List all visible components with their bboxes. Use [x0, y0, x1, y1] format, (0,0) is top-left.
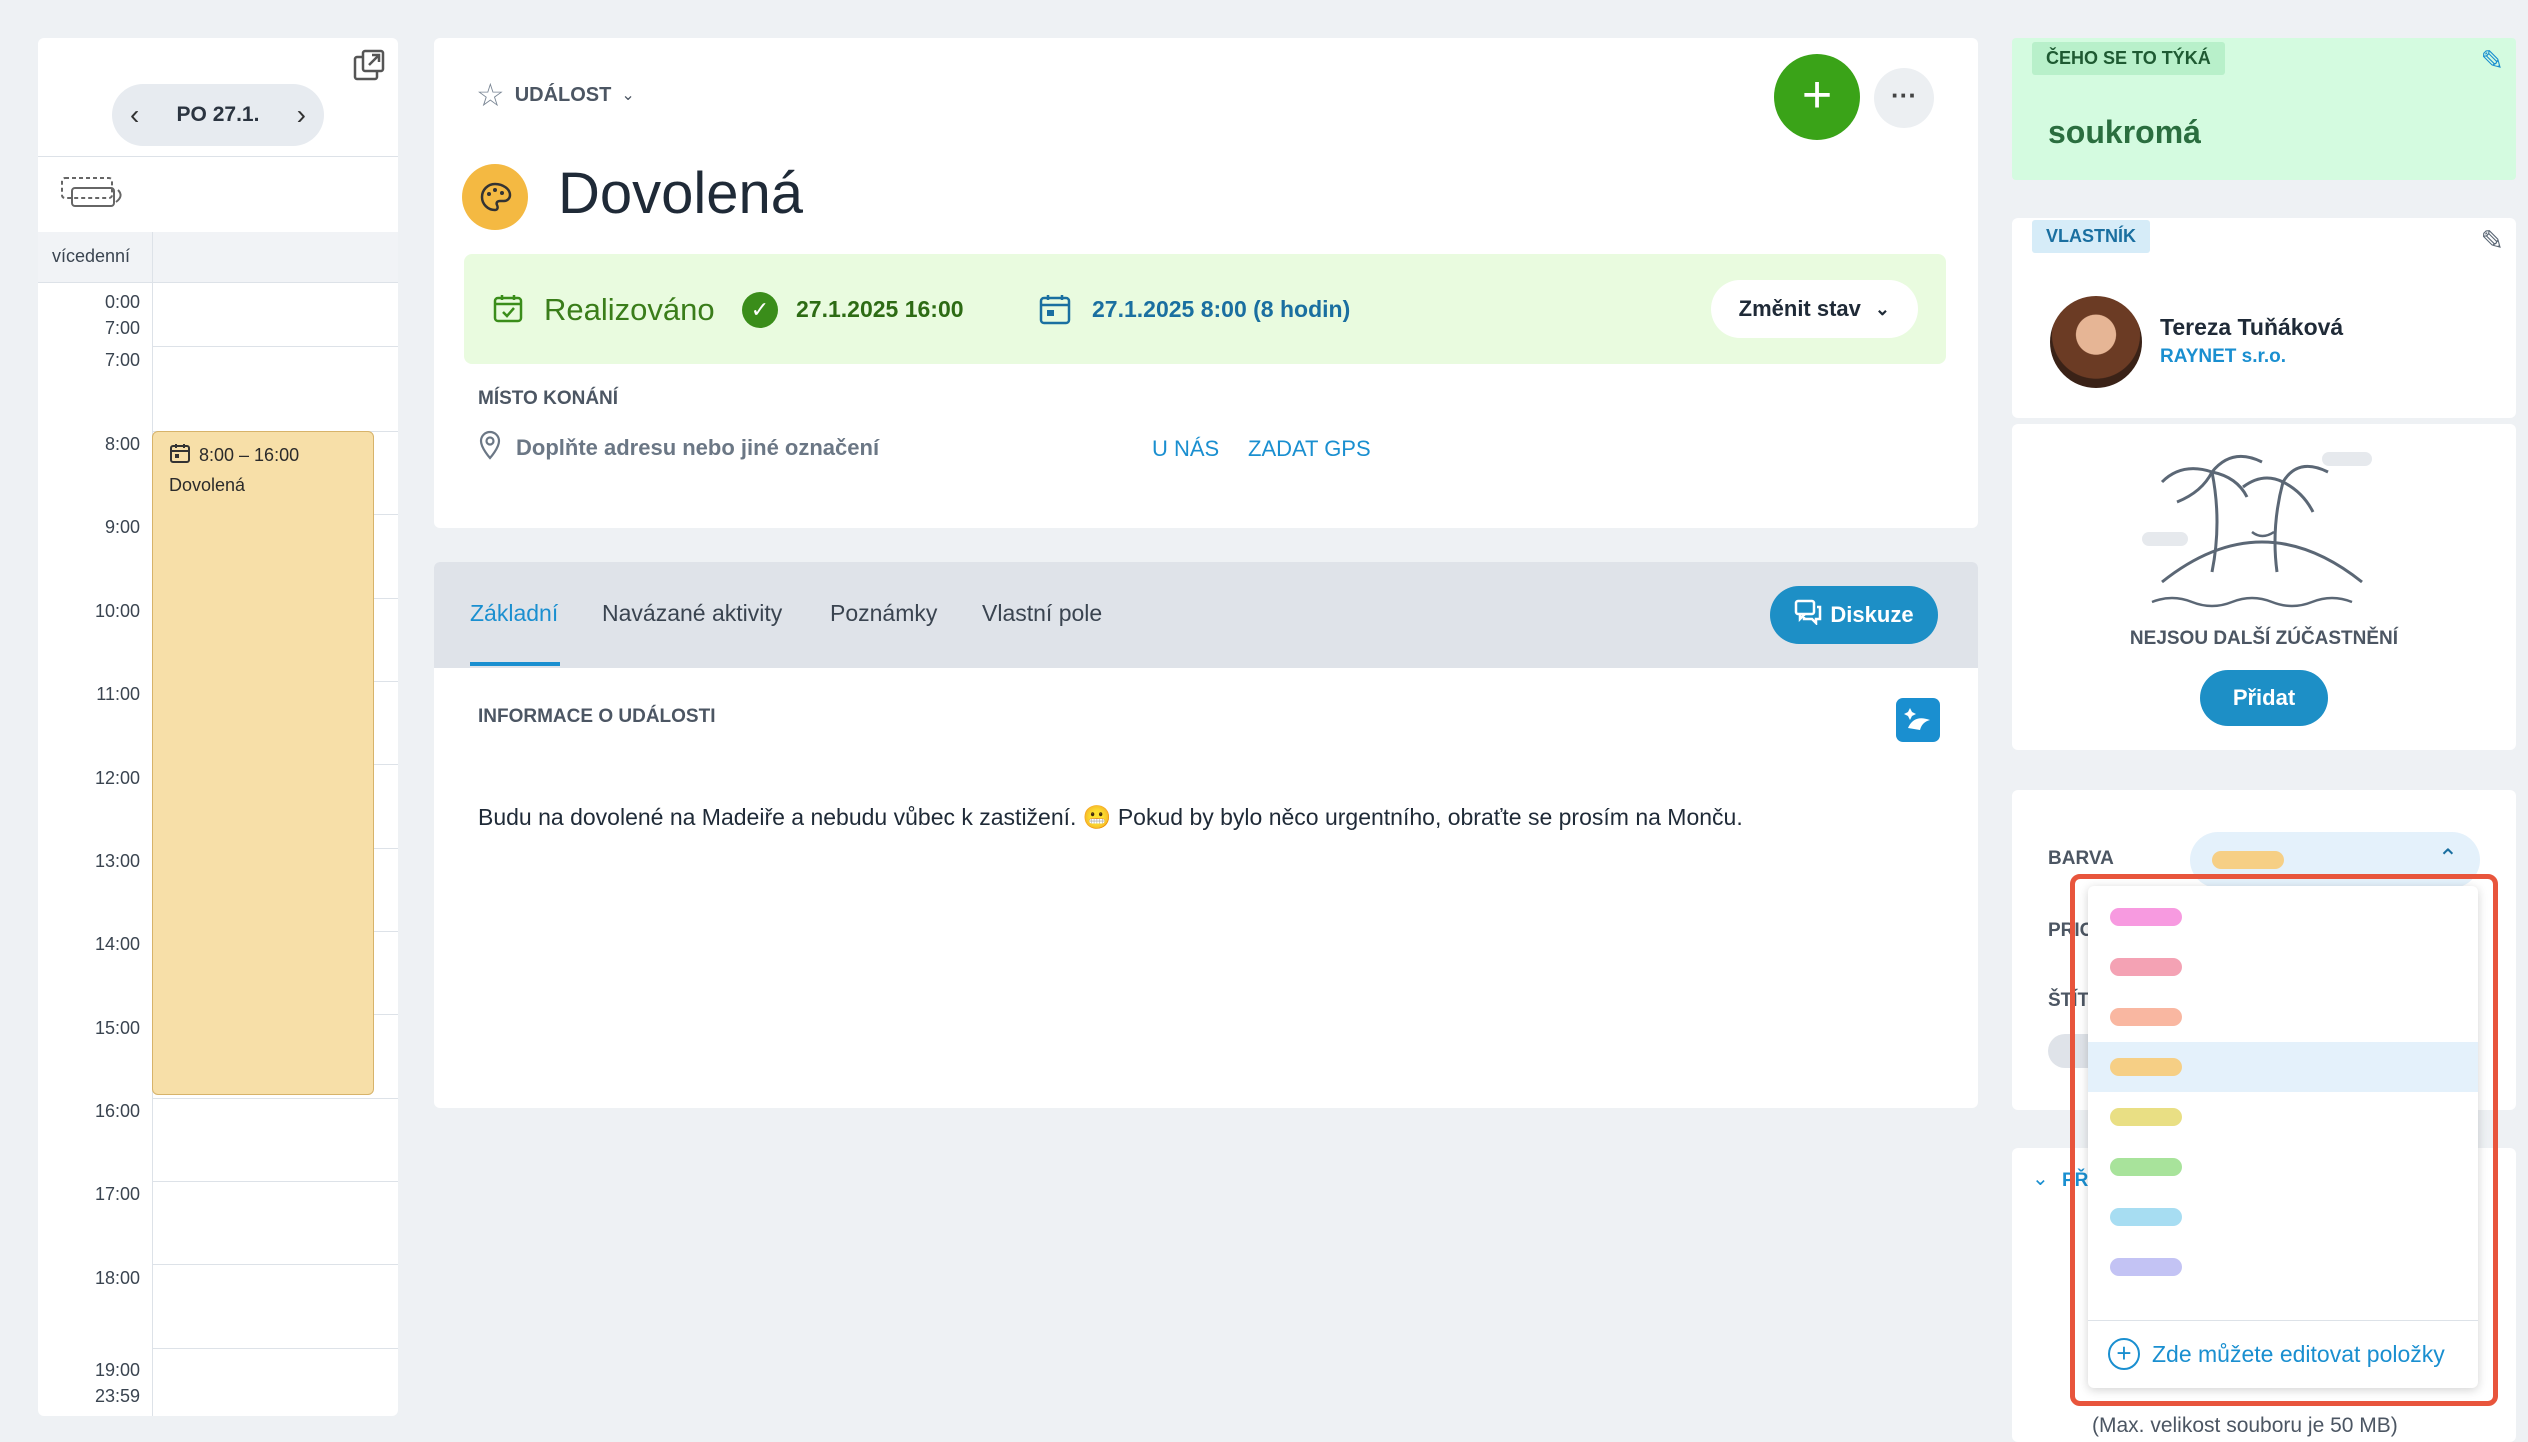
owner-card: VLASTNÍK ✎ Tereza Tuňáková RAYNET s.r.o.	[2012, 218, 2516, 418]
calendar-icon	[1038, 292, 1072, 331]
done-date: 27.1.2025 16:00	[796, 296, 964, 322]
prev-day-button[interactable]: ‹	[130, 99, 139, 131]
highlight-outline	[2070, 874, 2498, 1406]
calendar-icon	[169, 442, 191, 469]
time-label: 8:00	[104, 434, 140, 454]
event-header: ☆ UDÁLOST ⌄ + ··· Dovolená Realizováno ✓…	[434, 38, 1978, 528]
palette-icon	[462, 164, 528, 230]
gps-link[interactable]: ZADAT GPS	[1248, 436, 1371, 462]
time-label: 7:00	[104, 318, 140, 338]
at-us-link[interactable]: U NÁS	[1152, 436, 1219, 462]
chevron-down-icon[interactable]: ⌄	[2032, 1166, 2049, 1191]
time-label: 15:00	[94, 1018, 140, 1038]
location-placeholder: Doplňte adresu nebo jiné označení	[516, 434, 880, 460]
max-size-note: (Max. velikost souboru je 50 MB)	[2092, 1414, 2398, 1437]
event-title: Dovolená	[169, 475, 246, 495]
edit-topic-icon[interactable]: ✎	[2481, 44, 2504, 77]
info-label: INFORMACE O UDÁLOSTI	[478, 706, 716, 727]
location-pin-icon	[478, 430, 502, 465]
location-field[interactable]: Doplňte adresu nebo jiné označení	[478, 430, 879, 465]
time-label: 13:00	[94, 851, 140, 871]
time-label: 7:00	[104, 350, 140, 370]
time-label: 14:00	[94, 934, 140, 954]
time-label: 17:00	[94, 1184, 140, 1204]
status-bar: Realizováno ✓ 27.1.2025 16:00 27.1.2025 …	[464, 254, 1946, 364]
calendar-event[interactable]: 8:00 – 16:00 Dovolená	[152, 431, 374, 1095]
discussion-button[interactable]: Diskuze	[1770, 586, 1938, 644]
chevron-down-icon: ⌄	[621, 87, 635, 104]
time-label: 0:00	[104, 292, 140, 312]
time-label: 16:00	[94, 1101, 140, 1121]
edit-owner-icon[interactable]: ✎	[2481, 224, 2504, 257]
selected-color-swatch	[2212, 851, 2284, 869]
time-label: 9:00	[104, 517, 140, 537]
add-participant-label: Přidat	[2232, 685, 2296, 710]
owner-label: VLASTNÍK	[2032, 220, 2150, 253]
type-selector[interactable]: ☆ UDÁLOST ⌄	[476, 79, 635, 111]
ai-sparkle-icon[interactable]	[1896, 698, 1940, 742]
topic-label: ČEHO SE TO TÝKÁ	[2032, 42, 2225, 75]
change-status-label: Změnit stav	[1738, 296, 1861, 321]
scheduled-date[interactable]: 27.1.2025 8:00 (8 hodin)	[1092, 296, 1350, 323]
details-panel: Základní Navázané aktivity Poznámky Vlas…	[434, 562, 1978, 1108]
time-label: 23:59	[94, 1386, 140, 1406]
island-illustration	[2132, 432, 2392, 637]
star-icon[interactable]: ☆	[476, 79, 505, 111]
check-circle-icon: ✓	[742, 292, 778, 328]
change-status-button[interactable]: Změnit stav ⌄	[1710, 280, 1918, 338]
event-description: Budu na dovolené na Madeiře a nebudu vůb…	[478, 804, 1743, 830]
day-calendar: ‹ PO 27.1. › vícedenní 0:00 7:00 7:00 8:…	[38, 38, 398, 1416]
chat-icon	[1794, 599, 1822, 631]
next-day-button[interactable]: ›	[297, 99, 306, 131]
owner-company[interactable]: RAYNET s.r.o.	[2160, 346, 2286, 368]
time-label: 12:00	[94, 768, 140, 788]
add-button[interactable]: +	[1774, 54, 1860, 140]
calendar-check-icon	[492, 292, 524, 329]
current-date: PO 27.1.	[176, 103, 260, 126]
event-time: 8:00 – 16:00	[199, 445, 300, 465]
more-options-button[interactable]: ···	[1874, 68, 1934, 128]
tab-linked-activities[interactable]: Navázané aktivity	[602, 600, 782, 627]
type-label: UDÁLOST	[514, 83, 612, 106]
page-title: Dovolená	[558, 161, 804, 226]
participants-card: NEJSOU DALŠÍ ZÚČASTNĚNÍ Přidat	[2012, 424, 2516, 750]
avatar	[2050, 296, 2142, 388]
owner-name[interactable]: Tereza Tuňáková	[2160, 314, 2343, 341]
tab-bar: Základní Navázané aktivity Poznámky Vlas…	[434, 562, 1978, 668]
tab-basic[interactable]: Základní	[470, 600, 558, 627]
popout-icon[interactable]	[352, 48, 386, 82]
discussion-label: Diskuze	[1830, 602, 1914, 627]
add-participant-button[interactable]: Přidat	[2200, 670, 2328, 726]
date-navigator: ‹ PO 27.1. ›	[112, 84, 324, 146]
time-label: 11:00	[96, 684, 140, 704]
allday-label: vícedenní	[52, 246, 131, 266]
status-label: Realizováno	[544, 292, 715, 327]
tab-custom-fields[interactable]: Vlastní pole	[982, 600, 1102, 627]
topic-card: ČEHO SE TO TÝKÁ ✎ soukromá	[2012, 38, 2516, 180]
time-label: 19:00	[94, 1360, 140, 1380]
chevron-up-icon: ⌃	[2437, 845, 2458, 872]
time-label: 18:00	[94, 1268, 140, 1288]
tab-notes[interactable]: Poznámky	[830, 600, 937, 627]
range-select-icon[interactable]	[58, 172, 128, 217]
time-label: 10:00	[94, 601, 140, 621]
no-participants-text: NEJSOU DALŠÍ ZÚČASTNĚNÍ	[2129, 628, 2399, 649]
chevron-down-icon: ⌄	[1874, 298, 1890, 319]
color-label: BARVA	[2048, 848, 2114, 869]
topic-value: soukromá	[2048, 114, 2201, 150]
location-label: MÍSTO KONÁNÍ	[478, 388, 619, 409]
